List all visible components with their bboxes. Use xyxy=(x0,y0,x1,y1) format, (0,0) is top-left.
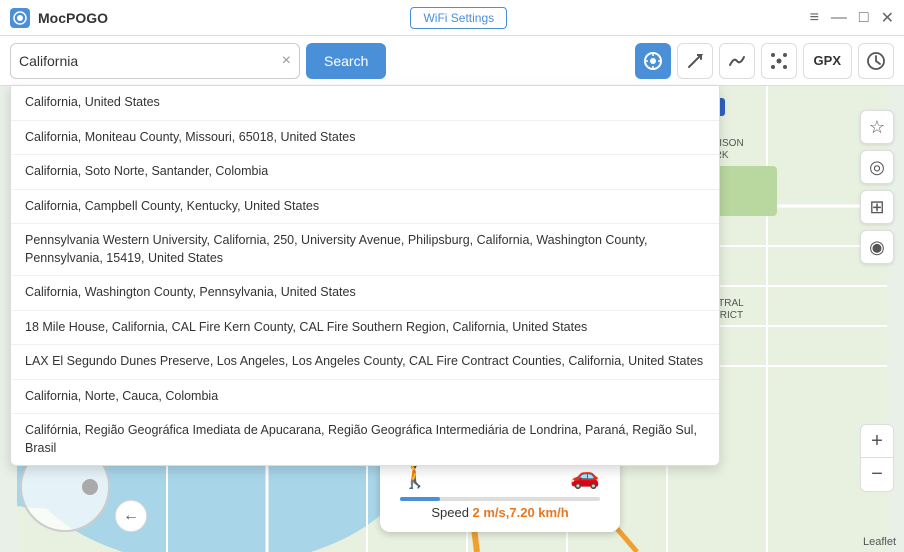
dropdown-item[interactable]: California, Campbell County, Kentucky, U… xyxy=(11,190,719,225)
right-icons: ☆ ◎ ⊞ ◉ xyxy=(860,110,894,264)
title-bar-left: MocPOGO xyxy=(10,8,108,28)
speed-value: 2 m/s,7.20 km/h xyxy=(473,505,569,520)
window-controls: ≡ — □ ✕ xyxy=(810,8,894,28)
menu-button[interactable]: ≡ xyxy=(810,9,819,27)
speed-slider-row xyxy=(400,497,600,501)
dropdown-item[interactable]: Pennsylvania Western University, Califor… xyxy=(11,224,719,276)
dropdown-item[interactable]: California, Moniteau County, Missouri, 6… xyxy=(11,121,719,156)
toolbar: California × Search GPX xyxy=(0,36,904,86)
close-button[interactable]: ✕ xyxy=(881,8,894,28)
maximize-button[interactable]: □ xyxy=(859,9,869,27)
gpx-button[interactable]: GPX xyxy=(803,43,852,79)
search-box: California × xyxy=(10,43,300,79)
route-tool-button[interactable] xyxy=(719,43,755,79)
speed-label: Speed xyxy=(431,505,472,520)
leaflet-credit: Leaflet xyxy=(863,536,896,548)
zoom-controls: + − xyxy=(860,424,894,492)
dropdown-item[interactable]: California, Soto Norte, Santander, Colom… xyxy=(11,155,719,190)
favorites-button[interactable]: ☆ xyxy=(860,110,894,144)
dropdown-item[interactable]: LAX El Segundo Dunes Preserve, Los Angel… xyxy=(11,345,719,380)
compass-button[interactable]: ◎ xyxy=(860,150,894,184)
zoom-out-button[interactable]: − xyxy=(860,458,894,492)
search-button[interactable]: Search xyxy=(306,43,386,79)
speed-icons-row: 🚶 🚗 xyxy=(400,462,600,491)
joystick-dot xyxy=(82,479,98,495)
dropdown-item[interactable]: California, United States xyxy=(11,86,719,121)
dropdown-item[interactable]: California, Norte, Cauca, Colombia xyxy=(11,380,719,415)
wifi-settings-button[interactable]: WiFi Settings xyxy=(410,7,507,29)
multipoint-tool-button[interactable] xyxy=(761,43,797,79)
minimize-button[interactable]: — xyxy=(831,9,847,27)
dropdown-item[interactable]: Califórnia, Região Geográfica Imediata d… xyxy=(11,414,719,465)
zoom-in-button[interactable]: + xyxy=(860,424,894,458)
title-bar: MocPOGO WiFi Settings ≡ — □ ✕ xyxy=(0,0,904,36)
car-icon: 🚗 xyxy=(570,462,600,491)
arrow-tool-button[interactable] xyxy=(677,43,713,79)
dropdown-item[interactable]: 18 Mile House, California, CAL Fire Kern… xyxy=(11,311,719,346)
speed-text: Speed 2 m/s,7.20 km/h xyxy=(400,505,600,520)
speed-fill xyxy=(400,497,440,501)
layers-button[interactable]: ⊞ xyxy=(860,190,894,224)
search-input[interactable]: California xyxy=(19,53,282,69)
search-dropdown: California, United States California, Mo… xyxy=(10,86,720,466)
history-button[interactable] xyxy=(858,43,894,79)
dropdown-item[interactable]: California, Washington County, Pennsylva… xyxy=(11,276,719,311)
clear-button[interactable]: × xyxy=(282,52,291,70)
walk-icon: 🚶 xyxy=(400,462,430,491)
my-location-button[interactable]: ◉ xyxy=(860,230,894,264)
locate-tool-button[interactable] xyxy=(635,43,671,79)
app-title: MocPOGO xyxy=(38,10,108,26)
back-button[interactable]: ← xyxy=(115,500,147,532)
app-icon xyxy=(10,8,30,28)
speed-slider[interactable] xyxy=(400,497,600,501)
